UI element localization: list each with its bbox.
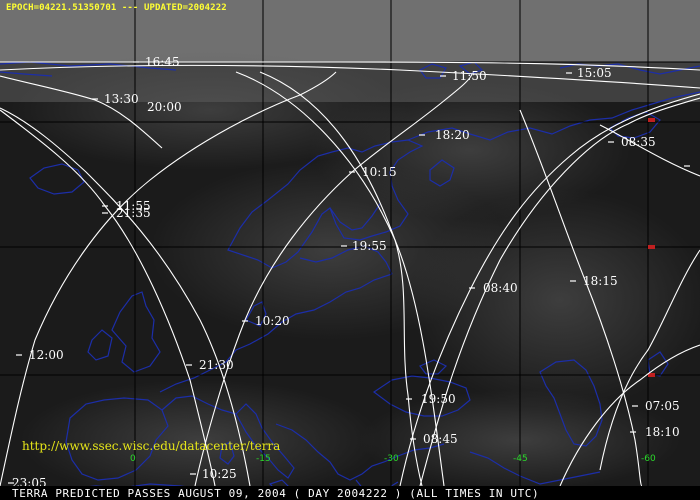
pass-time-label: 11:50 [452,69,487,83]
footer-caption: TERRA PREDICTED PASSES AUGUST 09, 2004 (… [12,487,540,500]
coastline-great-britain [111,291,161,373]
pass-time-label: 15:05 [577,66,612,80]
pass-time-label: 13:30 [104,92,139,106]
pass-time-label: 08:45 [423,432,458,446]
red-marker [648,118,655,122]
pass-time-label: 16:45 [145,55,180,69]
coastline-iceland [29,163,85,195]
pass-time-label: 21:35 [116,206,151,220]
longitude-label: 0 [130,454,136,464]
pass-time-label: 20:00 [147,100,182,114]
pass-time-label: 10:20 [255,314,290,328]
red-marker [648,245,655,249]
longitude-label: -30 [384,454,399,464]
pass-time-label: 18:10 [645,425,680,439]
epoch-header: EPOCH=04221.51350701 --- UPDATED=2004222 [6,3,227,13]
pass-time-label: 12:00 [29,348,64,362]
coastline-ireland [87,329,113,361]
pass-time-label: 21:30 [199,358,234,372]
pass-time-label: 19:50 [421,392,456,406]
longitude-label: -60 [641,454,656,464]
pass-time-label: 10:15 [362,165,397,179]
source-url: http://www.ssec.wisc.edu/datacenter/terr… [22,439,281,453]
pass-time-label: 19:55 [352,239,387,253]
pass-time-label: 18:20 [435,128,470,142]
pass-time-label: 07:05 [645,399,680,413]
pass-time-label: 08:35 [621,135,656,149]
pass-time-label: 10:25 [202,467,237,481]
longitude-label: -15 [256,454,271,464]
pass-time-label: 18:15 [583,274,618,288]
longitude-label: -45 [513,454,528,464]
terra-pass-map: EPOCH=04221.51350701 --- UPDATED=2004222… [0,0,700,500]
pass-time-label: 08:40 [483,281,518,295]
